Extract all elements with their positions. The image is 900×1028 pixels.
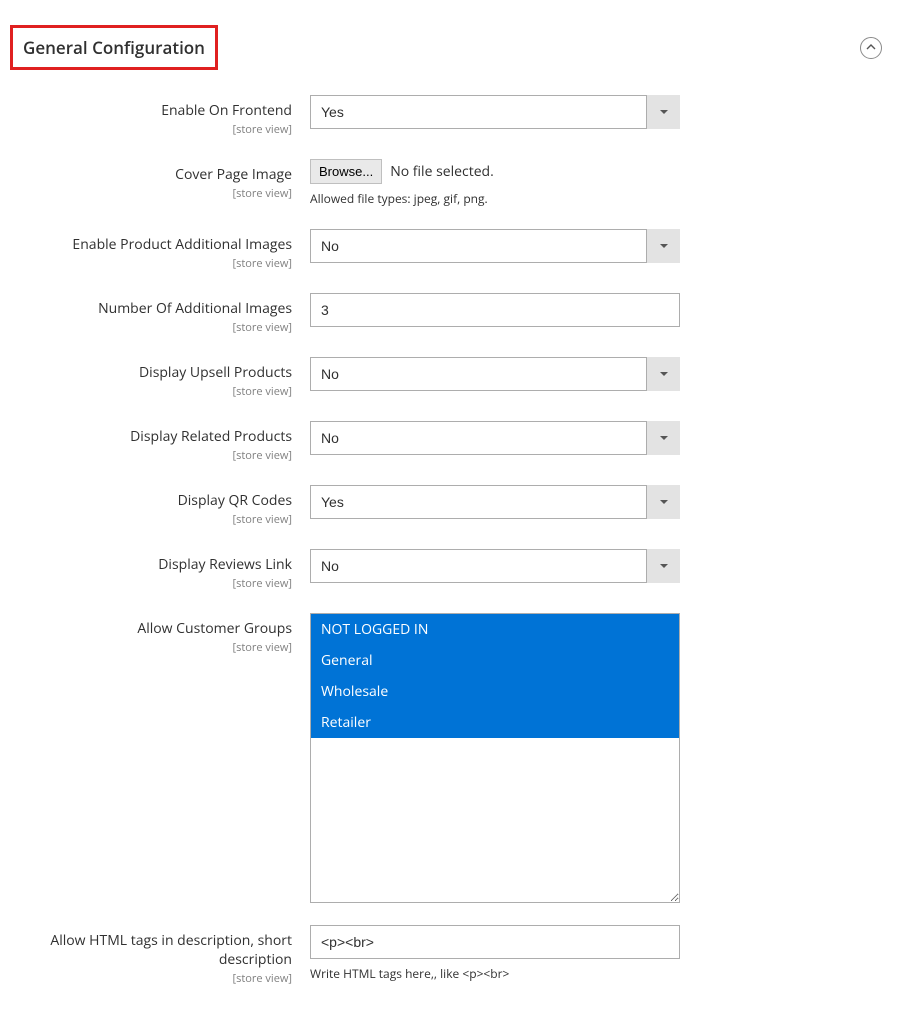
scope-label: [store view] xyxy=(10,122,292,137)
label-display-upsell: Display Upsell Products xyxy=(139,363,292,382)
label-allow-html: Allow HTML tags in description, short de… xyxy=(50,931,292,969)
scope-label: [store view] xyxy=(10,384,292,399)
select-display-upsell[interactable]: No xyxy=(310,357,680,391)
config-fields: Enable On Frontend [store view] Yes Cove… xyxy=(0,95,900,1028)
option-wholesale[interactable]: Wholesale xyxy=(311,676,679,707)
scope-label: [store view] xyxy=(10,576,292,591)
hint-allow-html: Write HTML tags here,, like <p><br> xyxy=(310,965,680,982)
select-enable-additional-images[interactable]: No xyxy=(310,229,680,263)
field-enable-frontend: Enable On Frontend [store view] Yes xyxy=(10,95,890,137)
field-display-qr: Display QR Codes [store view] Yes xyxy=(10,485,890,527)
field-number-additional-images: Number Of Additional Images [store view] xyxy=(10,293,890,335)
option-not-logged-in[interactable]: NOT LOGGED IN xyxy=(311,614,679,645)
section-title: General Configuration xyxy=(10,25,218,70)
select-display-related[interactable]: No xyxy=(310,421,680,455)
field-cover-page-image: Cover Page Image [store view] Browse... … xyxy=(10,159,890,207)
field-display-reviews: Display Reviews Link [store view] No xyxy=(10,549,890,591)
browse-button[interactable]: Browse... xyxy=(310,159,382,184)
scope-label: [store view] xyxy=(10,971,292,986)
scope-label: [store view] xyxy=(10,186,292,201)
scope-label: [store view] xyxy=(10,512,292,527)
input-number-additional-images[interactable] xyxy=(310,293,680,327)
field-customer-groups: Allow Customer Groups [store view] NOT L… xyxy=(10,613,890,903)
label-number-additional-images: Number Of Additional Images xyxy=(98,299,292,318)
label-display-reviews: Display Reviews Link xyxy=(158,555,292,574)
file-status: No file selected. xyxy=(390,162,494,181)
select-display-reviews[interactable]: No xyxy=(310,549,680,583)
field-display-related: Display Related Products [store view] No xyxy=(10,421,890,463)
field-enable-additional-images: Enable Product Additional Images [store … xyxy=(10,229,890,271)
select-display-qr[interactable]: Yes xyxy=(310,485,680,519)
scope-label: [store view] xyxy=(10,640,292,655)
label-display-related: Display Related Products xyxy=(130,427,292,446)
option-retailer[interactable]: Retailer xyxy=(311,707,679,738)
hint-cover-page-image: Allowed file types: jpeg, gif, png. xyxy=(310,190,680,207)
scope-label: [store view] xyxy=(10,320,292,335)
option-general[interactable]: General xyxy=(311,645,679,676)
label-cover-page-image: Cover Page Image xyxy=(175,165,292,184)
field-display-upsell: Display Upsell Products [store view] No xyxy=(10,357,890,399)
scope-label: [store view] xyxy=(10,256,292,271)
label-enable-frontend: Enable On Frontend xyxy=(161,101,292,120)
label-display-qr: Display QR Codes xyxy=(178,491,292,510)
label-customer-groups: Allow Customer Groups xyxy=(137,619,292,638)
chevron-up-icon xyxy=(866,40,876,55)
scope-label: [store view] xyxy=(10,448,292,463)
label-enable-additional-images: Enable Product Additional Images xyxy=(72,235,292,254)
field-allow-html: Allow HTML tags in description, short de… xyxy=(10,925,890,986)
input-allow-html[interactable] xyxy=(310,925,680,959)
select-enable-frontend[interactable]: Yes xyxy=(310,95,680,129)
multiselect-customer-groups[interactable]: NOT LOGGED IN General Wholesale Retailer xyxy=(310,613,680,903)
collapse-toggle[interactable] xyxy=(860,37,882,59)
